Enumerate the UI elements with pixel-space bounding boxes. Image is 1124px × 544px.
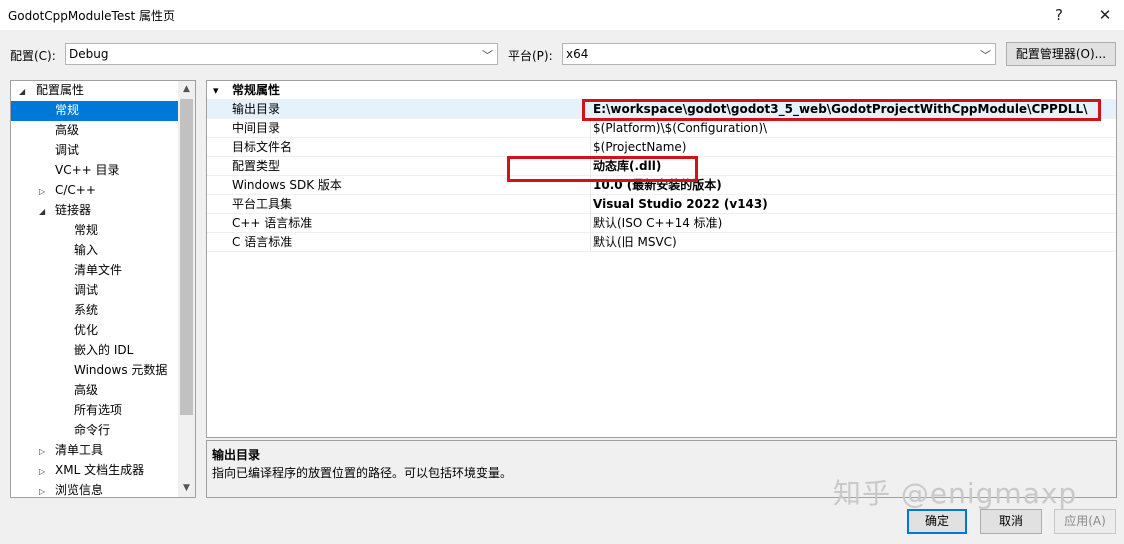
- expand-icon[interactable]: ▷: [39, 442, 45, 461]
- config-combo[interactable]: Debug ﹀: [65, 43, 498, 65]
- tree-item-config-properties[interactable]: ◢ 配置属性: [11, 81, 178, 101]
- close-button[interactable]: ✕: [1090, 4, 1120, 26]
- property-value[interactable]: $(Platform)\$(Configuration)\: [593, 119, 767, 138]
- property-grid[interactable]: ▾ 常规属性 输出目录 E:\workspace\godot\godot3_5_…: [206, 80, 1117, 438]
- config-value: Debug: [69, 47, 109, 61]
- tree-item-manifest-tool[interactable]: ▷ 清单工具: [11, 441, 178, 461]
- platform-value: x64: [566, 47, 589, 61]
- expand-icon[interactable]: ▷: [39, 462, 45, 481]
- tree-item-label: 常规: [74, 223, 99, 237]
- tree-item-label: XML 文档生成器: [55, 463, 145, 477]
- platform-label: 平台(P):: [508, 49, 553, 63]
- tree-item-label: 调试: [55, 143, 80, 157]
- tree-item-linker[interactable]: ◢ 链接器: [11, 201, 178, 221]
- expand-icon[interactable]: ◢: [19, 82, 25, 101]
- tree-item-label: VC++ 目录: [55, 163, 120, 177]
- property-row-c-language-standard[interactable]: C 语言标准 默认(旧 MSVC): [207, 233, 1116, 252]
- tree-item-label: 优化: [74, 323, 99, 337]
- tree-item-label: 系统: [74, 303, 99, 317]
- tree-item-label: 输入: [74, 243, 99, 257]
- property-row-cpp-language-standard[interactable]: C++ 语言标准 默认(ISO C++14 标准): [207, 214, 1116, 233]
- scrollbar-thumb[interactable]: [180, 99, 193, 415]
- tree-item-linker-windows-metadata[interactable]: Windows 元数据: [11, 361, 178, 381]
- property-name: 目标文件名: [232, 140, 293, 154]
- tree-item-label: C/C++: [55, 183, 96, 197]
- tree-item-browse-info[interactable]: ▷ 浏览信息: [11, 481, 178, 497]
- property-name: 输出目录: [232, 102, 281, 116]
- property-value[interactable]: $(ProjectName): [593, 138, 686, 157]
- tree-item-label: 高级: [55, 123, 80, 137]
- category-tree[interactable]: ◢ 配置属性 常规 高级 调试 VC++ 目录 ▷ C/C++ ◢ 链接器 常规…: [10, 80, 196, 498]
- property-row-platform-toolset[interactable]: 平台工具集 Visual Studio 2022 (v143): [207, 195, 1116, 214]
- tree-item-label: 所有选项: [74, 403, 123, 417]
- tree-item-linker-general[interactable]: 常规: [11, 221, 178, 241]
- ok-button[interactable]: 确定: [907, 509, 967, 534]
- tree-item-linker-optimization[interactable]: 优化: [11, 321, 178, 341]
- section-title: 常规属性: [232, 83, 281, 97]
- platform-combo[interactable]: x64 ﹀: [562, 43, 996, 65]
- description-title: 输出目录: [212, 448, 261, 462]
- tree-item-linker-system[interactable]: 系统: [11, 301, 178, 321]
- property-name: 中间目录: [232, 121, 281, 135]
- tree-item-linker-manifest[interactable]: 清单文件: [11, 261, 178, 281]
- property-name: 配置类型: [232, 159, 281, 173]
- tree-item-label: 命令行: [74, 423, 111, 437]
- apply-button[interactable]: 应用(A): [1054, 509, 1116, 534]
- tree-item-label: 高级: [74, 383, 99, 397]
- chevron-down-icon: ﹀: [482, 49, 493, 62]
- tree-item-advanced[interactable]: 高级: [11, 121, 178, 141]
- expand-icon[interactable]: ▷: [39, 482, 45, 497]
- tree-item-linker-embedded-idl[interactable]: 嵌入的 IDL: [11, 341, 178, 361]
- title-bar: GodotCppModuleTest 属性页 ? ✕: [0, 0, 1124, 30]
- property-name: Windows SDK 版本: [232, 178, 342, 192]
- tree-item-label: 嵌入的 IDL: [74, 343, 134, 357]
- tree-item-linker-input[interactable]: 输入: [11, 241, 178, 261]
- tree-item-linker-advanced[interactable]: 高级: [11, 381, 178, 401]
- highlight-box-configuration-type: [507, 156, 698, 182]
- tree-item-label: 配置属性: [36, 83, 85, 97]
- tree-item-debugging[interactable]: 调试: [11, 141, 178, 161]
- tree-item-xml-doc-generator[interactable]: ▷ XML 文档生成器: [11, 461, 178, 481]
- property-row-target-name[interactable]: 目标文件名 $(ProjectName): [207, 138, 1116, 157]
- config-manager-button[interactable]: 配置管理器(O)...: [1006, 42, 1116, 66]
- cancel-button[interactable]: 取消: [980, 509, 1042, 534]
- tree-item-vc-directories[interactable]: VC++ 目录: [11, 161, 178, 181]
- tree-item-label: 链接器: [55, 203, 92, 217]
- property-row-intermediate-directory[interactable]: 中间目录 $(Platform)\$(Configuration)\: [207, 119, 1116, 138]
- highlight-box-output-directory: [582, 99, 1101, 121]
- tree-item-label: 浏览信息: [55, 483, 104, 497]
- expand-icon[interactable]: ◢: [39, 202, 45, 221]
- tree-item-c-cpp[interactable]: ▷ C/C++: [11, 181, 178, 201]
- scroll-up-icon[interactable]: ▲: [178, 81, 195, 98]
- property-value[interactable]: 默认(旧 MSVC): [593, 233, 677, 252]
- tree-item-general[interactable]: 常规: [11, 101, 178, 121]
- expand-icon[interactable]: ▷: [39, 182, 45, 201]
- section-header-general[interactable]: ▾ 常规属性: [207, 81, 1116, 100]
- window-title: GodotCppModuleTest 属性页: [8, 9, 175, 23]
- tree-item-label: Windows 元数据: [74, 363, 168, 377]
- property-value[interactable]: 默认(ISO C++14 标准): [593, 214, 722, 233]
- watermark: 知乎 @enigmaxp: [833, 477, 1078, 510]
- scroll-down-icon[interactable]: ▼: [178, 480, 195, 497]
- collapse-icon[interactable]: ▾: [213, 81, 219, 100]
- help-button[interactable]: ?: [1044, 4, 1074, 26]
- tree-item-label: 调试: [74, 283, 99, 297]
- config-label: 配置(C):: [10, 49, 56, 63]
- tree-item-linker-debugging[interactable]: 调试: [11, 281, 178, 301]
- property-name: C++ 语言标准: [232, 216, 313, 230]
- tree-item-linker-command-line[interactable]: 命令行: [11, 421, 178, 441]
- tree-item-label: 清单工具: [55, 443, 104, 457]
- property-value[interactable]: Visual Studio 2022 (v143): [593, 195, 768, 214]
- tree-item-linker-all-options[interactable]: 所有选项: [11, 401, 178, 421]
- tree-scrollbar[interactable]: ▲ ▼: [178, 81, 195, 497]
- tree-item-label: 常规: [55, 103, 80, 117]
- property-name: 平台工具集: [232, 197, 293, 211]
- property-name: C 语言标准: [232, 235, 293, 249]
- chevron-down-icon: ﹀: [980, 49, 991, 62]
- description-text: 指向已编译程序的放置位置的路径。可以包括环境变量。: [212, 466, 513, 480]
- tree-item-label: 清单文件: [74, 263, 123, 277]
